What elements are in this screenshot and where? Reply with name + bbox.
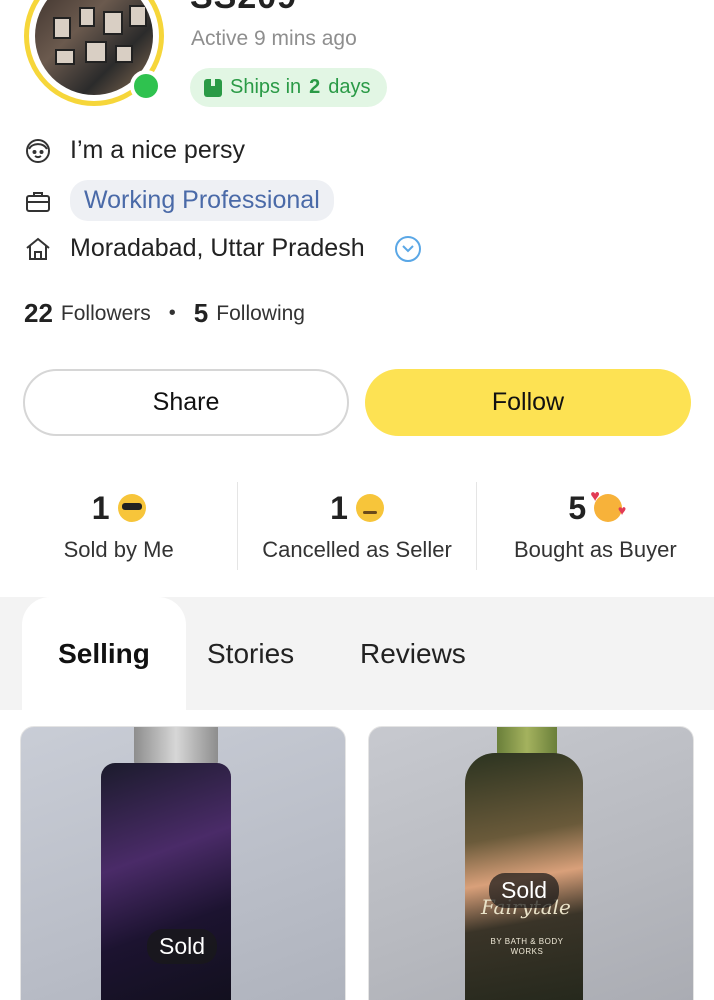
ships-days: 2 (309, 76, 321, 98)
location-row: Moradabad, Uttar Pradesh (24, 234, 421, 263)
bio-row: I’m a nice persy (24, 136, 245, 165)
following-count[interactable]: 5 (194, 298, 208, 329)
stat-cancelled-label: Cancelled as Seller (262, 536, 452, 562)
ships-suffix: days (328, 76, 371, 98)
listing-card[interactable]: Sold (20, 726, 346, 1000)
smiling-hearts-emoji-icon (590, 488, 626, 522)
followers-row: 22 Followers • 5 Following (24, 298, 305, 329)
stat-bought-value-row: 5 (568, 488, 626, 527)
pensive-emoji-icon (355, 494, 384, 522)
username: SS209 (190, 0, 297, 17)
product-image-cap (134, 727, 218, 767)
product-image-bottle (101, 763, 231, 1000)
stats-bar: 1 Sold by Me 1 Cancelled as Seller 5 Bou… (0, 482, 714, 570)
sold-badge: Sold (147, 929, 218, 964)
ships-prefix: Ships in (230, 76, 302, 98)
chevron-down-icon[interactable] (394, 235, 421, 262)
last-active-text: Active 9 mins ago (191, 27, 357, 50)
ships-badge: Ships in 2 days (190, 68, 387, 107)
stat-cancelled[interactable]: 1 Cancelled as Seller (238, 482, 477, 570)
bio-text: I’m a nice persy (70, 136, 246, 164)
share-button[interactable]: Share (23, 369, 349, 436)
stat-sold[interactable]: 1 Sold by Me (0, 482, 239, 570)
occupation-row: Working Professional (24, 180, 334, 221)
stat-sold-label: Sold by Me (63, 536, 174, 562)
sold-badge: Sold (489, 873, 560, 908)
briefcase-icon (24, 187, 52, 215)
stat-bought-label: Bought as Buyer (513, 536, 677, 562)
stat-cancelled-value: 1 (330, 489, 348, 526)
stat-bought-value: 5 (568, 489, 587, 526)
avatar[interactable] (24, 0, 164, 106)
followers-label[interactable]: Followers (61, 302, 151, 326)
product-image-cap (497, 727, 557, 755)
stat-sold-value: 1 (91, 489, 110, 526)
location-text: Moradabad, Uttar Pradesh (70, 234, 365, 262)
face-icon (24, 137, 52, 165)
tab-stories[interactable]: Stories (207, 597, 294, 710)
stat-cancelled-value-row: 1 (330, 490, 384, 527)
online-status-dot (130, 70, 162, 102)
stat-bought[interactable]: 5 Bought as Buyer (477, 482, 714, 570)
tab-reviews[interactable]: Reviews (360, 597, 466, 710)
home-icon (24, 235, 52, 263)
occupation-tag: Working Professional (70, 180, 334, 221)
follow-button[interactable]: Follow (365, 369, 691, 436)
followers-count[interactable]: 22 (24, 298, 53, 329)
tab-selling[interactable]: Selling (22, 597, 186, 710)
product-maker-text: BY BATH & BODY WORKS (490, 937, 564, 956)
listing-card[interactable]: Fairytale BY BATH & BODY WORKS Sold (368, 726, 694, 1000)
stat-sold-value-row: 1 (92, 490, 146, 527)
package-icon (204, 78, 222, 97)
separator-dot: • (168, 302, 176, 324)
following-label[interactable]: Following (216, 302, 305, 326)
sunglasses-emoji-icon (117, 494, 146, 522)
